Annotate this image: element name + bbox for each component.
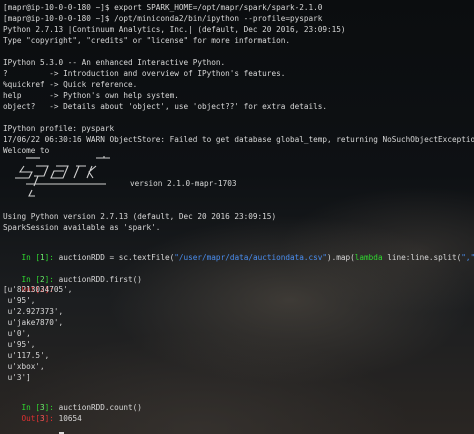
- in-prompt-close: ]:: [44, 253, 54, 262]
- shell-command-export: [mapr@ip-10-0-0-180 ~]$ export SPARK_HOM…: [3, 3, 323, 12]
- license-hint: Type "copyright", "credits" or "license"…: [3, 36, 290, 45]
- output-line: u'95',: [3, 296, 36, 305]
- terminal-window[interactable]: [mapr@ip-10-0-0-180 ~]$ export SPARK_HOM…: [0, 0, 474, 434]
- output-line: u'95',: [3, 340, 36, 349]
- ipython-version-banner: IPython 5.3.0 -- An enhanced Interactive…: [3, 58, 226, 67]
- in-prompt-label: In [: [21, 253, 41, 262]
- cell-4-input[interactable]: In [4]:: [3, 421, 64, 434]
- help-line-quickref: %quickref -> Quick reference.: [3, 80, 138, 89]
- spark-version: version 2.1.0-mapr-1703: [130, 179, 237, 188]
- cell-3-output: Out[3]: 10654: [3, 402, 82, 423]
- code-text: auctionRDD = sc.textFile(: [53, 253, 175, 262]
- cell-3-input[interactable]: In [3]: auctionRDD.count(): [3, 391, 142, 412]
- spark-session-info: SparkSession available as 'spark'.: [3, 223, 161, 232]
- shell-command-ipython: [mapr@ip-10-0-0-180 ~]$ /opt/miniconda2/…: [3, 14, 323, 23]
- output-line: u'117.5',: [3, 351, 50, 360]
- cell-2-output-prompt: Out[2]:: [3, 273, 54, 294]
- code-keyword-lambda: lambda: [354, 253, 383, 262]
- output-line: u'3']: [3, 373, 31, 382]
- code-text: ).map(: [327, 253, 355, 262]
- code-text: auctionRDD.first(): [53, 275, 142, 284]
- ipython-profile: IPython profile: pyspark: [3, 124, 115, 133]
- help-line-intro: ? -> Introduction and overview of IPytho…: [3, 69, 286, 78]
- output-line: u'xbox',: [3, 362, 45, 371]
- using-python-version: Using Python version 2.7.13 (default, De…: [3, 212, 277, 221]
- help-line-object: object? -> Details about 'object', use '…: [3, 102, 327, 111]
- output-line: u'2.927373',: [3, 307, 64, 316]
- objectstore-warning: 17/06/22 06:30:16 WARN ObjectStore: Fail…: [3, 135, 474, 144]
- code-text: line:line.split(: [382, 253, 462, 262]
- help-line-help: help -> Python's own help system.: [3, 91, 179, 100]
- code-string-delimiter: ",": [461, 253, 474, 262]
- cell-1-input[interactable]: In [1]: auctionRDD = sc.textFile("/user/…: [3, 241, 474, 262]
- output-line: [u'8213034705',: [3, 285, 73, 294]
- output-line: u'0',: [3, 329, 31, 338]
- python-version-banner: Python 2.7.13 |Continuum Analytics, Inc.…: [3, 25, 346, 34]
- code-string-path: "/user/mapr/data/auctiondata.csv": [174, 253, 328, 262]
- output-line: u'jake7870',: [3, 318, 64, 327]
